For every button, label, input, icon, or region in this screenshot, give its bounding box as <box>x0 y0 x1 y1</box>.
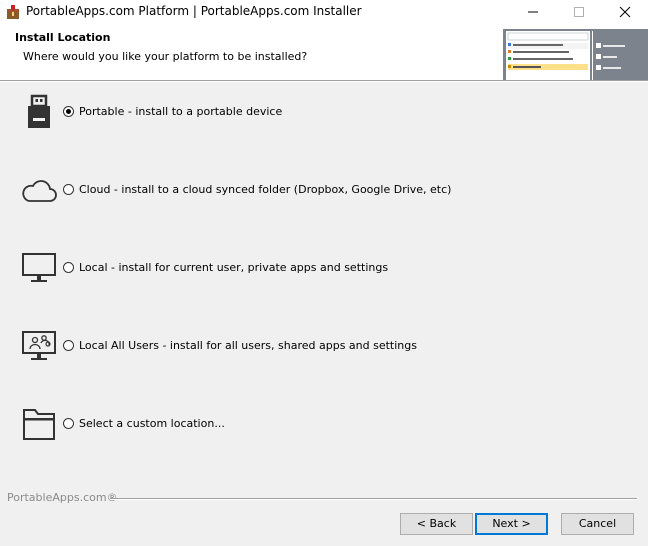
close-icon <box>619 6 631 18</box>
radio-portable[interactable] <box>63 106 74 117</box>
cloud-icon <box>22 180 57 202</box>
radio-custom-location[interactable] <box>63 418 74 429</box>
portableapps-installer-icon <box>7 5 19 19</box>
branding-text: PortableApps.com® <box>7 491 118 504</box>
radio-cloud[interactable] <box>63 184 74 195</box>
option-label-local-all-users[interactable]: Local All Users - install for all users,… <box>79 339 417 352</box>
monitor-icon <box>22 253 56 282</box>
wizard-header: Install Location Where would you like yo… <box>0 24 648 80</box>
next-button[interactable]: Next > <box>475 513 548 535</box>
page-subtitle: Where would you like your platform to be… <box>23 50 308 63</box>
title-bar: PortableApps.com Platform | PortableApps… <box>0 0 648 24</box>
radio-local[interactable] <box>63 262 74 273</box>
maximize-icon <box>574 7 584 17</box>
radio-local-all-users[interactable] <box>63 340 74 351</box>
minimize-icon <box>528 11 538 13</box>
option-label-cloud[interactable]: Cloud - install to a cloud synced folder… <box>79 183 451 196</box>
option-label-local[interactable]: Local - install for current user, privat… <box>79 261 388 274</box>
usb-drive-icon <box>28 94 50 128</box>
platform-menu-preview-image <box>503 29 648 80</box>
window-title: PortableApps.com Platform | PortableApps… <box>26 4 362 18</box>
option-label-portable[interactable]: Portable - install to a portable device <box>79 105 282 118</box>
maximize-button[interactable] <box>556 0 602 24</box>
folder-icon <box>23 409 55 440</box>
cancel-button[interactable]: Cancel <box>561 513 634 535</box>
page-title: Install Location <box>15 31 111 44</box>
monitor-users-icon <box>22 331 56 360</box>
close-button[interactable] <box>602 0 648 24</box>
minimize-button[interactable] <box>510 0 556 24</box>
back-button[interactable]: < Back <box>400 513 473 535</box>
option-label-custom-location[interactable]: Select a custom location... <box>79 417 225 430</box>
